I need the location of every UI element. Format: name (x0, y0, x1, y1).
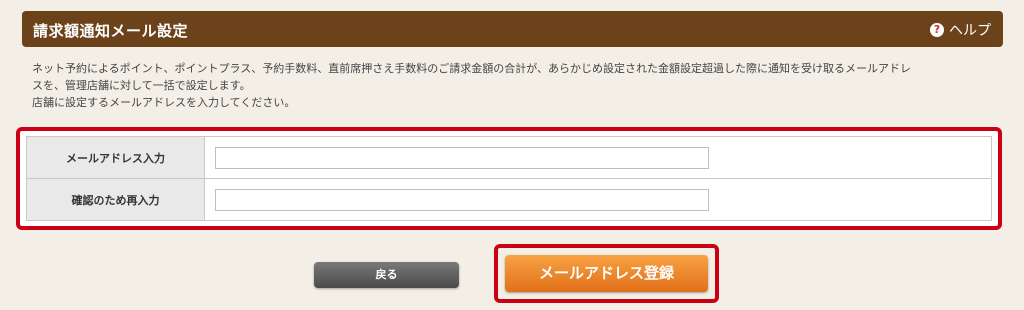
description-line: ネット予約によるポイント、ポイントプラス、予約手数料、直前席押さえ手数料のご請求… (32, 62, 912, 75)
register-email-button[interactable]: メールアドレス登録 (505, 255, 708, 292)
email-confirm-label: 確認のため再入力 (26, 178, 205, 221)
description-line: 店舗に設定するメールアドレスを入力してください。 (32, 96, 296, 109)
table-row: 確認のため再入力 (26, 178, 992, 221)
help-label: ヘルプ (949, 23, 991, 39)
description-line: スを、管理店舗に対して一括で設定します。 (32, 79, 251, 92)
question-circle-icon: ? (930, 23, 944, 37)
page-title: 請求額通知メール設定 (33, 22, 189, 40)
table-row: メールアドレス入力 (26, 136, 992, 179)
email-confirm-input[interactable] (215, 188, 709, 211)
email-form-highlight: メールアドレス入力 確認のため再入力 (16, 127, 1002, 230)
back-button[interactable]: 戻る (314, 262, 459, 288)
email-input[interactable] (215, 146, 709, 169)
help-link[interactable]: ? ヘルプ (930, 20, 991, 40)
email-form-table: メールアドレス入力 確認のため再入力 (26, 136, 992, 221)
page-header: 請求額通知メール設定 ? ヘルプ (22, 11, 1003, 47)
description: ネット予約によるポイント、ポイントプラス、予約手数料、直前席押さえ手数料のご請求… (32, 60, 992, 111)
email-label: メールアドレス入力 (26, 136, 205, 179)
submit-highlight: メールアドレス登録 (494, 244, 719, 303)
